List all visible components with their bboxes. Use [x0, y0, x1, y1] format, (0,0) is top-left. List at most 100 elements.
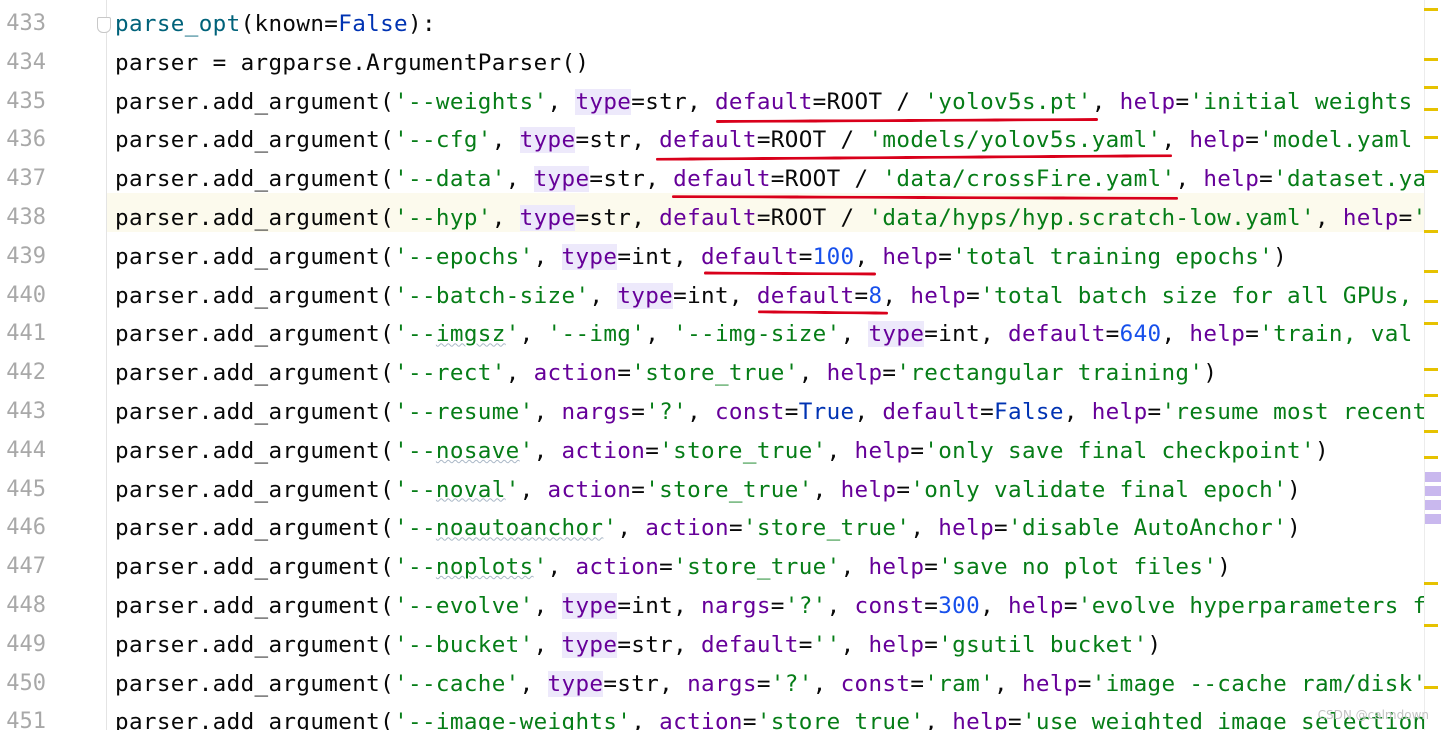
code-editor[interactable]: parse_opt(known=False): parser = argparse… — [107, 0, 1425, 730]
code-line[interactable]: parser.add_argument('--weights', type=st… — [107, 77, 1425, 116]
code-line[interactable]: parser.add_argument('--cache', type=str,… — [107, 659, 1425, 698]
code-line[interactable]: parser.add_argument('--nosave', action='… — [107, 426, 1425, 465]
scrollbar-marker — [1424, 170, 1438, 173]
code-token: , — [854, 399, 883, 425]
code-text: parser.add_argument('--batch-size', type… — [115, 271, 1425, 310]
code-token: =str, — [575, 205, 660, 231]
code-token: type — [561, 593, 618, 619]
code-token: parser.add_argument( — [115, 243, 395, 270]
line-number: 440 — [6, 282, 46, 308]
code-token: parser.add_argument( — [115, 399, 395, 425]
code-token: help — [868, 554, 925, 581]
code-token: = — [798, 243, 813, 270]
scrollbar-marker — [1424, 456, 1438, 459]
code-token: noval — [435, 476, 506, 503]
line-number: 442 — [6, 360, 46, 386]
code-token: parser.add_argument( — [115, 205, 395, 231]
code-token: 'total training epochs' — [952, 243, 1274, 270]
code-token: '--img-size' — [673, 321, 841, 348]
scrollbar[interactable] — [1424, 0, 1441, 730]
code-token: = — [924, 593, 939, 619]
code-token: '--bucket' — [394, 631, 534, 658]
scrollbar-marker — [1424, 394, 1438, 397]
code-token: = — [1175, 88, 1190, 115]
code-token: = — [1147, 399, 1162, 425]
code-token: = — [659, 554, 674, 581]
code-token: parser.add_argument( — [115, 321, 395, 348]
code-token: , — [798, 360, 827, 387]
code-token: nargs — [687, 670, 757, 697]
code-token: 'store_true' — [756, 709, 925, 730]
code-token: nosave — [435, 437, 520, 464]
code-token: help — [1203, 166, 1260, 193]
code-line[interactable]: parser.add_argument('--noval', action='s… — [107, 465, 1425, 504]
code-line[interactable]: parser.add_argument('--noplots', action=… — [107, 542, 1425, 581]
line-number: 439 — [6, 243, 46, 269]
code-token: help — [882, 243, 939, 270]
code-text: parser.add_argument('--noplots', action=… — [115, 542, 1231, 581]
code-line[interactable]: parser.add_argument('--noautoanchor', ac… — [107, 503, 1425, 542]
code-token: '--batch-size' — [394, 282, 590, 309]
code-line[interactable]: parse_opt(known=False): — [107, 0, 1425, 38]
code-token: 'gsutil bucket' — [938, 631, 1148, 658]
code-token: help — [1008, 593, 1064, 619]
code-token: , — [533, 437, 562, 464]
scrollbar-highlight — [1425, 486, 1441, 496]
line-number: 435 — [6, 88, 46, 114]
code-line[interactable]: parser.add_argument('--evolve', type=int… — [107, 581, 1425, 620]
code-token: , — [547, 554, 576, 581]
code-line[interactable]: parser.add_argument('--resume', nargs='?… — [107, 387, 1425, 426]
code-token: ) — [1287, 476, 1302, 503]
code-token: = — [938, 243, 953, 270]
code-token: ) — [1287, 515, 1302, 542]
code-token: , — [491, 127, 520, 154]
line-number: 433 — [6, 11, 46, 36]
code-line[interactable]: parser = argparse.ArgumentParser() — [107, 38, 1425, 77]
code-token: =str, — [575, 127, 660, 154]
code-token: , — [519, 670, 548, 697]
code-token: type — [575, 88, 632, 115]
code-token: '-- — [394, 437, 436, 464]
code-line[interactable]: parser.add_argument('--image-weights', a… — [107, 697, 1425, 730]
code-token: 'models/yolov5s.yaml' — [868, 127, 1162, 154]
code-token: = — [1259, 166, 1274, 193]
code-token: 'initial weights path' — [1189, 88, 1413, 115]
code-token: parse_opt — [115, 11, 241, 37]
code-token: =str, — [589, 166, 674, 193]
code-token: ) — [1203, 360, 1218, 387]
code-token: parser.add_argument( — [115, 282, 395, 309]
code-token: '--weights' — [394, 88, 548, 115]
code-token: help — [826, 360, 883, 387]
code-line[interactable]: parser.add_argument('--rect', action='st… — [107, 348, 1425, 387]
code-token: default — [673, 166, 771, 193]
code-token: =int, — [617, 593, 702, 619]
code-token: '-- — [394, 321, 436, 348]
scrollbar-marker — [1424, 624, 1438, 627]
code-token: 'store_true' — [673, 554, 841, 581]
code-token: 'store_true' — [631, 360, 799, 387]
code-token: , — [519, 476, 548, 503]
code-token: help — [854, 437, 911, 464]
code-line[interactable]: parser.add_argument('--batch-size', type… — [107, 271, 1425, 310]
code-token: , — [840, 631, 869, 658]
code-line[interactable]: parser.add_argument('--imgsz', '--img', … — [107, 309, 1425, 348]
code-token: ): — [408, 11, 436, 37]
code-token: default — [1008, 321, 1106, 348]
code-token: =str, — [617, 631, 702, 658]
code-token: = — [980, 399, 995, 425]
code-token: action — [659, 709, 743, 730]
code-token: parser.add_argument( — [115, 127, 395, 154]
code-token: parser.add_argument( — [115, 88, 395, 115]
scrollbar-marker — [1424, 58, 1438, 61]
scrollbar-marker — [1424, 686, 1438, 689]
code-line-current[interactable]: parser.add_argument('--hyp', type=str, d… — [107, 193, 1425, 232]
code-token: =int, — [617, 243, 702, 270]
code-line[interactable]: parser.add_argument('--epochs', type=int… — [107, 232, 1425, 271]
code-line[interactable]: parser.add_argument('--bucket', type=str… — [107, 620, 1425, 659]
code-token: , — [617, 515, 646, 542]
line-number: 450 — [6, 670, 46, 696]
scrollbar-marker — [1424, 430, 1438, 433]
code-token: , — [812, 476, 841, 503]
code-token: , — [1175, 166, 1204, 193]
code-token: = — [994, 515, 1008, 542]
